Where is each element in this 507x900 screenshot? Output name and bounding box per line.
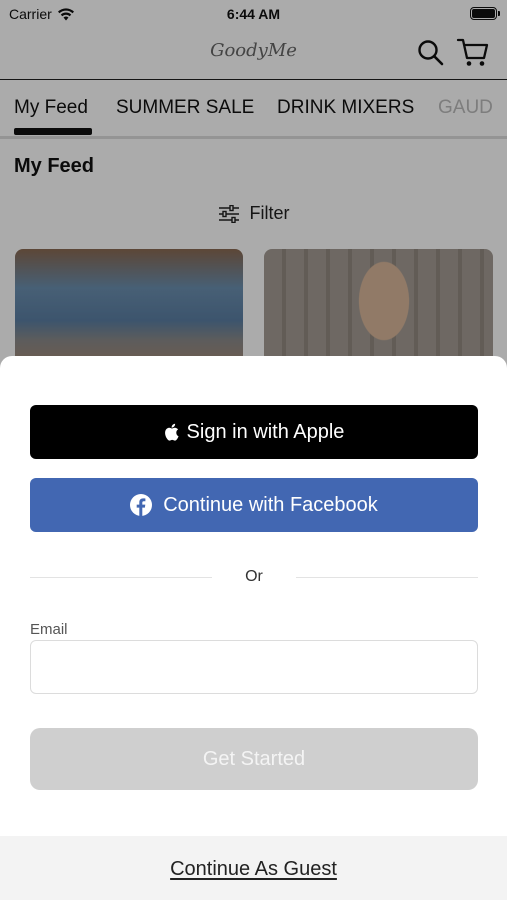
get-started-button[interactable]: Get Started [30, 728, 478, 790]
or-divider: Or [30, 567, 478, 587]
continue-as-guest-link[interactable]: Continue As Guest [0, 858, 507, 881]
email-label: Email [30, 621, 68, 638]
apple-icon [164, 423, 179, 441]
email-field[interactable] [30, 640, 478, 694]
divider-line-right [296, 577, 478, 578]
continue-with-facebook-button[interactable]: Continue with Facebook [30, 478, 478, 532]
sign-in-sheet: Sign in with Apple Continue with Faceboo… [0, 356, 507, 900]
sign-in-with-apple-button[interactable]: Sign in with Apple [30, 405, 478, 459]
guest-bar: Continue As Guest [0, 836, 507, 900]
apple-button-label: Sign in with Apple [186, 420, 345, 443]
facebook-button-label: Continue with Facebook [163, 493, 378, 516]
facebook-icon [130, 494, 153, 516]
